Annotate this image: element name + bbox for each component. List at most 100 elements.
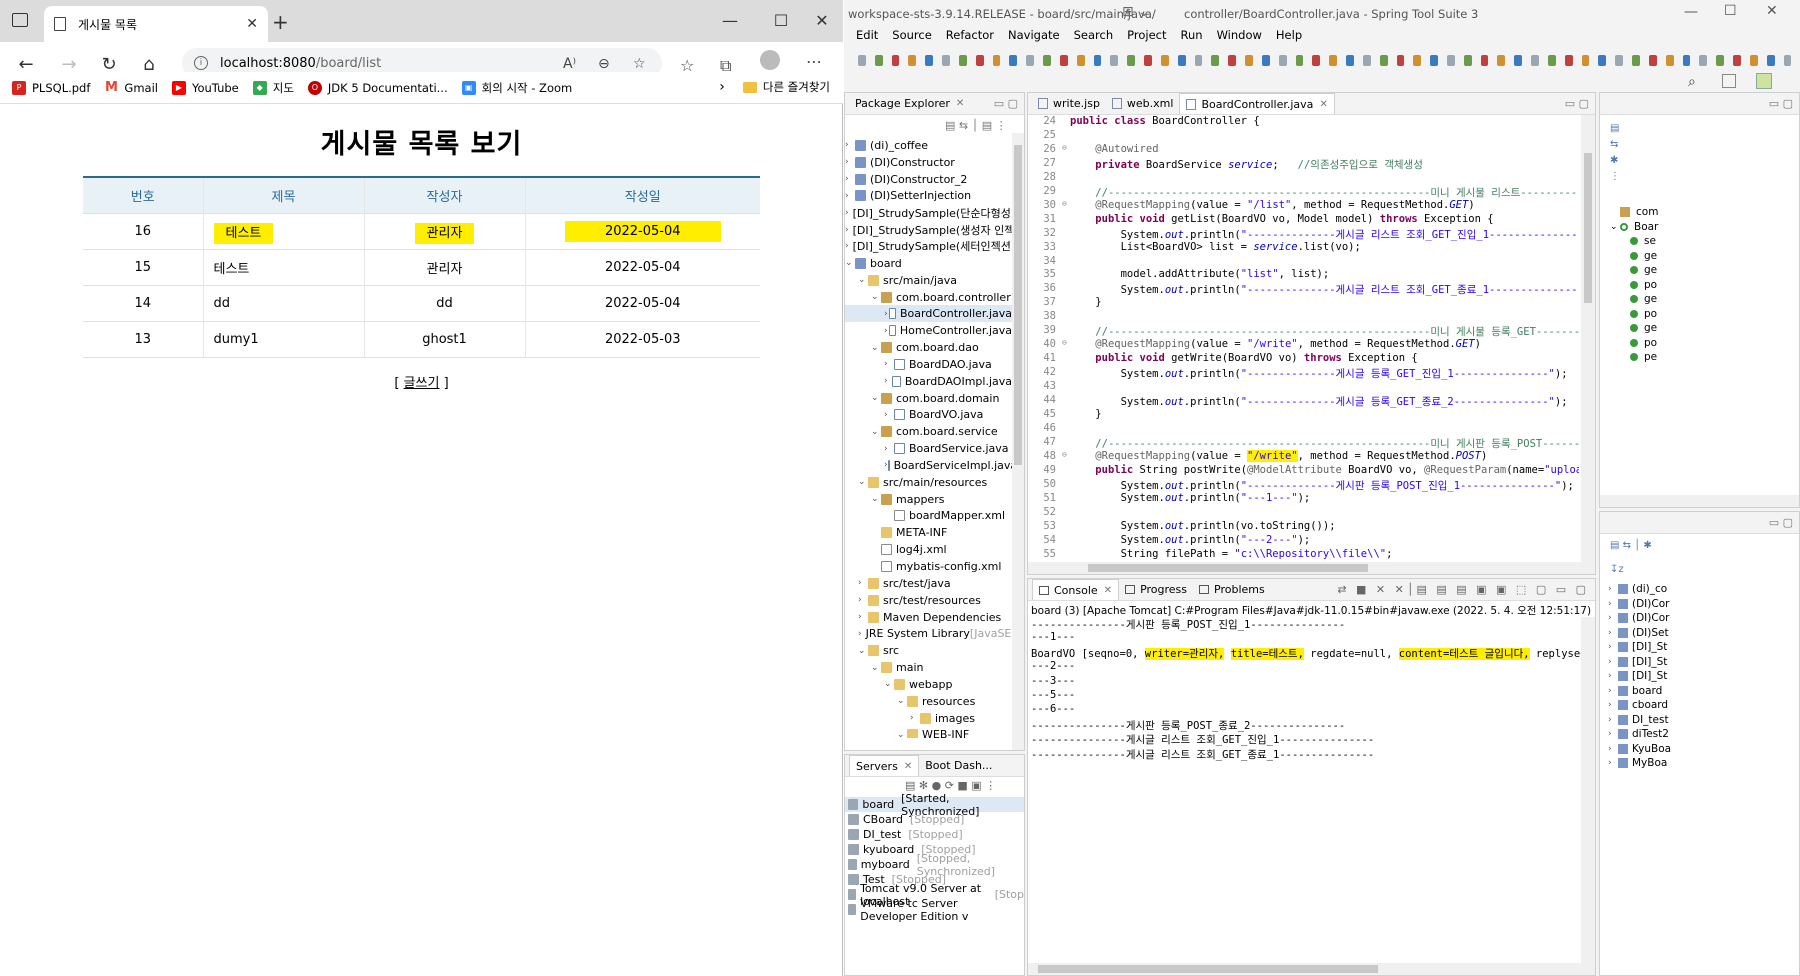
chevron-right-icon[interactable]: ›	[1608, 642, 1618, 652]
toolbar-button-icon[interactable]	[1598, 54, 1607, 66]
toolbar-button-icon[interactable]	[1261, 54, 1270, 66]
fold-marker-icon[interactable]	[1062, 394, 1070, 408]
chevron-right-icon[interactable]: ›	[1608, 628, 1618, 638]
toolbar-button-icon[interactable]	[1379, 54, 1388, 66]
tree-item[interactable]: ⌄ src/main/java	[845, 272, 1012, 289]
servers-tab[interactable]: Boot Dash...	[919, 755, 998, 776]
menu-item-edit[interactable]: Edit	[856, 28, 878, 48]
toolbar-button-icon[interactable]	[1295, 54, 1304, 66]
menu-item-help[interactable]: Help	[1276, 28, 1302, 48]
chevron-right-icon[interactable]: ›	[1608, 671, 1618, 681]
tree-item[interactable]: › src/test/resources	[845, 592, 1012, 609]
chevron-right-icon[interactable]: ›	[858, 612, 868, 622]
toolbar-button-icon[interactable]	[1043, 54, 1051, 66]
toolbar-button-icon[interactable]	[1228, 54, 1237, 66]
chevron-right-icon[interactable]: ›	[884, 376, 892, 386]
chevron-right-icon[interactable]: ›	[1608, 584, 1618, 594]
toolbar-button-icon[interactable]	[1396, 54, 1405, 66]
tree-item[interactable]: › BoardDAO.java	[845, 356, 1012, 373]
fold-marker-icon[interactable]	[1062, 380, 1070, 394]
chevron-right-icon[interactable]: ›	[719, 79, 725, 95]
tree-item[interactable]: › Maven Dependencies	[845, 609, 1012, 626]
fold-marker-icon[interactable]	[1062, 213, 1070, 227]
editor-tab[interactable]: write.jsp	[1032, 93, 1106, 114]
cell-title[interactable]: dumy1	[202, 320, 364, 358]
tree-item[interactable]: › (DI)Constructor_2	[845, 171, 1012, 188]
fold-marker-icon[interactable]	[1062, 408, 1070, 422]
chevron-right-icon[interactable]: ›	[1608, 715, 1618, 725]
tree-item[interactable]: › BoardDAOImpl.java	[845, 373, 1012, 390]
bookmark-zoom[interactable]: ▣ 회의 시작 - Zoom	[461, 80, 572, 96]
chevron-right-icon[interactable]: ›	[845, 140, 855, 150]
project-item[interactable]: › diTest2	[1608, 727, 1799, 742]
tree-item[interactable]: META-INF	[845, 524, 1012, 541]
toolbar-button-icon[interactable]	[1463, 54, 1472, 66]
toolbar-button-icon[interactable]	[858, 54, 866, 66]
toolbar-button-icon[interactable]	[1076, 54, 1085, 66]
toolbar-button-icon[interactable]	[1497, 54, 1506, 66]
scrollbar[interactable]	[1600, 495, 1799, 507]
tree-item[interactable]: › (DI)Constructor	[845, 154, 1012, 171]
fold-marker-icon[interactable]	[1062, 310, 1070, 324]
fold-marker-icon[interactable]: ⊖	[1062, 143, 1070, 157]
new-tab-icon[interactable]: +	[272, 10, 289, 34]
tree-item[interactable]: ⌄ src/main/resources	[845, 474, 1012, 491]
chevron-right-icon[interactable]: ›	[1608, 613, 1618, 623]
tree-item[interactable]: › BoardController.java	[845, 305, 1012, 323]
fold-marker-icon[interactable]	[1062, 324, 1070, 338]
tree-item[interactable]: ⌄ src	[845, 642, 1012, 659]
chevron-right-icon[interactable]: ›	[1608, 686, 1618, 696]
chevron-right-icon[interactable]: ›	[1608, 700, 1618, 710]
chevron-right-icon[interactable]: ›	[884, 444, 894, 454]
fold-marker-icon[interactable]	[1062, 520, 1070, 534]
toolbar-button-icon[interactable]	[942, 54, 950, 66]
menu-item-window[interactable]: Window	[1217, 28, 1262, 48]
project-item[interactable]: › [DI]_St	[1608, 655, 1799, 670]
fold-marker-icon[interactable]	[1062, 478, 1070, 492]
more-options-icon[interactable]: ⋯	[806, 52, 822, 71]
fold-marker-icon[interactable]	[1062, 255, 1070, 269]
toolbar-button-icon[interactable]	[1716, 54, 1725, 66]
tree-item[interactable]: ⌄ com.board.dao	[845, 339, 1012, 356]
scrollbar[interactable]	[1028, 963, 1581, 975]
scrollbar[interactable]	[1012, 133, 1024, 750]
tree-item[interactable]: ⌄ mappers	[845, 491, 1012, 508]
fold-marker-icon[interactable]	[1062, 352, 1070, 366]
minimize-maximize-icons[interactable]: ▭ ▢	[1565, 97, 1589, 110]
outline-member[interactable]: ge	[1622, 249, 1799, 264]
chevron-down-icon[interactable]: ⌄	[884, 679, 894, 689]
bookmark-pdf[interactable]: P PLSQL.pdf	[12, 80, 90, 95]
other-favorites[interactable]: 다른 즐겨찾기	[763, 79, 830, 95]
chevron-down-icon[interactable]: ⌄	[871, 393, 881, 403]
toolbar-button-icon[interactable]	[1362, 54, 1371, 66]
server-item[interactable]: DI_test [Stopped]	[845, 827, 1024, 842]
chevron-right-icon[interactable]: ›	[858, 578, 868, 588]
toolbar-button-icon[interactable]	[1160, 54, 1169, 66]
tree-item[interactable]: ⌄ com.board.service	[845, 423, 1012, 440]
menu-item-search[interactable]: Search	[1074, 28, 1114, 48]
read-aloud-icon[interactable]: A⁾	[563, 56, 576, 72]
tree-item[interactable]: ⌄ com.board.domain	[845, 390, 1012, 407]
chevron-right-icon[interactable]: ›	[884, 410, 894, 420]
chevron-right-icon[interactable]: ›	[845, 241, 849, 251]
tree-item[interactable]: ⌄ WEB-INF	[845, 727, 1012, 738]
tree-item[interactable]: › BoardServiceImpl.java	[845, 457, 1012, 474]
toolbar-button-icon[interactable]	[1278, 54, 1287, 66]
toolbar-button-icon[interactable]	[1430, 54, 1438, 66]
minimize-icon[interactable]: —	[710, 6, 750, 34]
fold-marker-icon[interactable]	[1062, 366, 1070, 380]
chevron-right-icon[interactable]: ›	[884, 359, 894, 369]
tree-item[interactable]: › (di)_coffee	[845, 137, 1012, 154]
close-window-icon[interactable]: ✕	[1766, 3, 1778, 19]
chevron-right-icon[interactable]: ›	[845, 225, 849, 235]
close-icon[interactable]: ✕	[1104, 585, 1112, 596]
bookmark-youtube[interactable]: ▶ YouTube	[171, 80, 239, 95]
toolbar-button-icon[interactable]	[1733, 54, 1741, 66]
tree-item[interactable]: ⌄ main	[845, 659, 1012, 676]
toolbar-button-icon[interactable]	[1446, 54, 1455, 66]
toolbar-button-icon[interactable]	[1749, 54, 1758, 66]
toolbar-button-icon[interactable]	[1783, 54, 1792, 66]
scrollbar[interactable]	[1581, 617, 1595, 975]
collapse-link-icons[interactable]: ▤ ⇆ │ ▤ ⋮	[945, 119, 1007, 132]
profile-avatar[interactable]	[760, 50, 780, 70]
